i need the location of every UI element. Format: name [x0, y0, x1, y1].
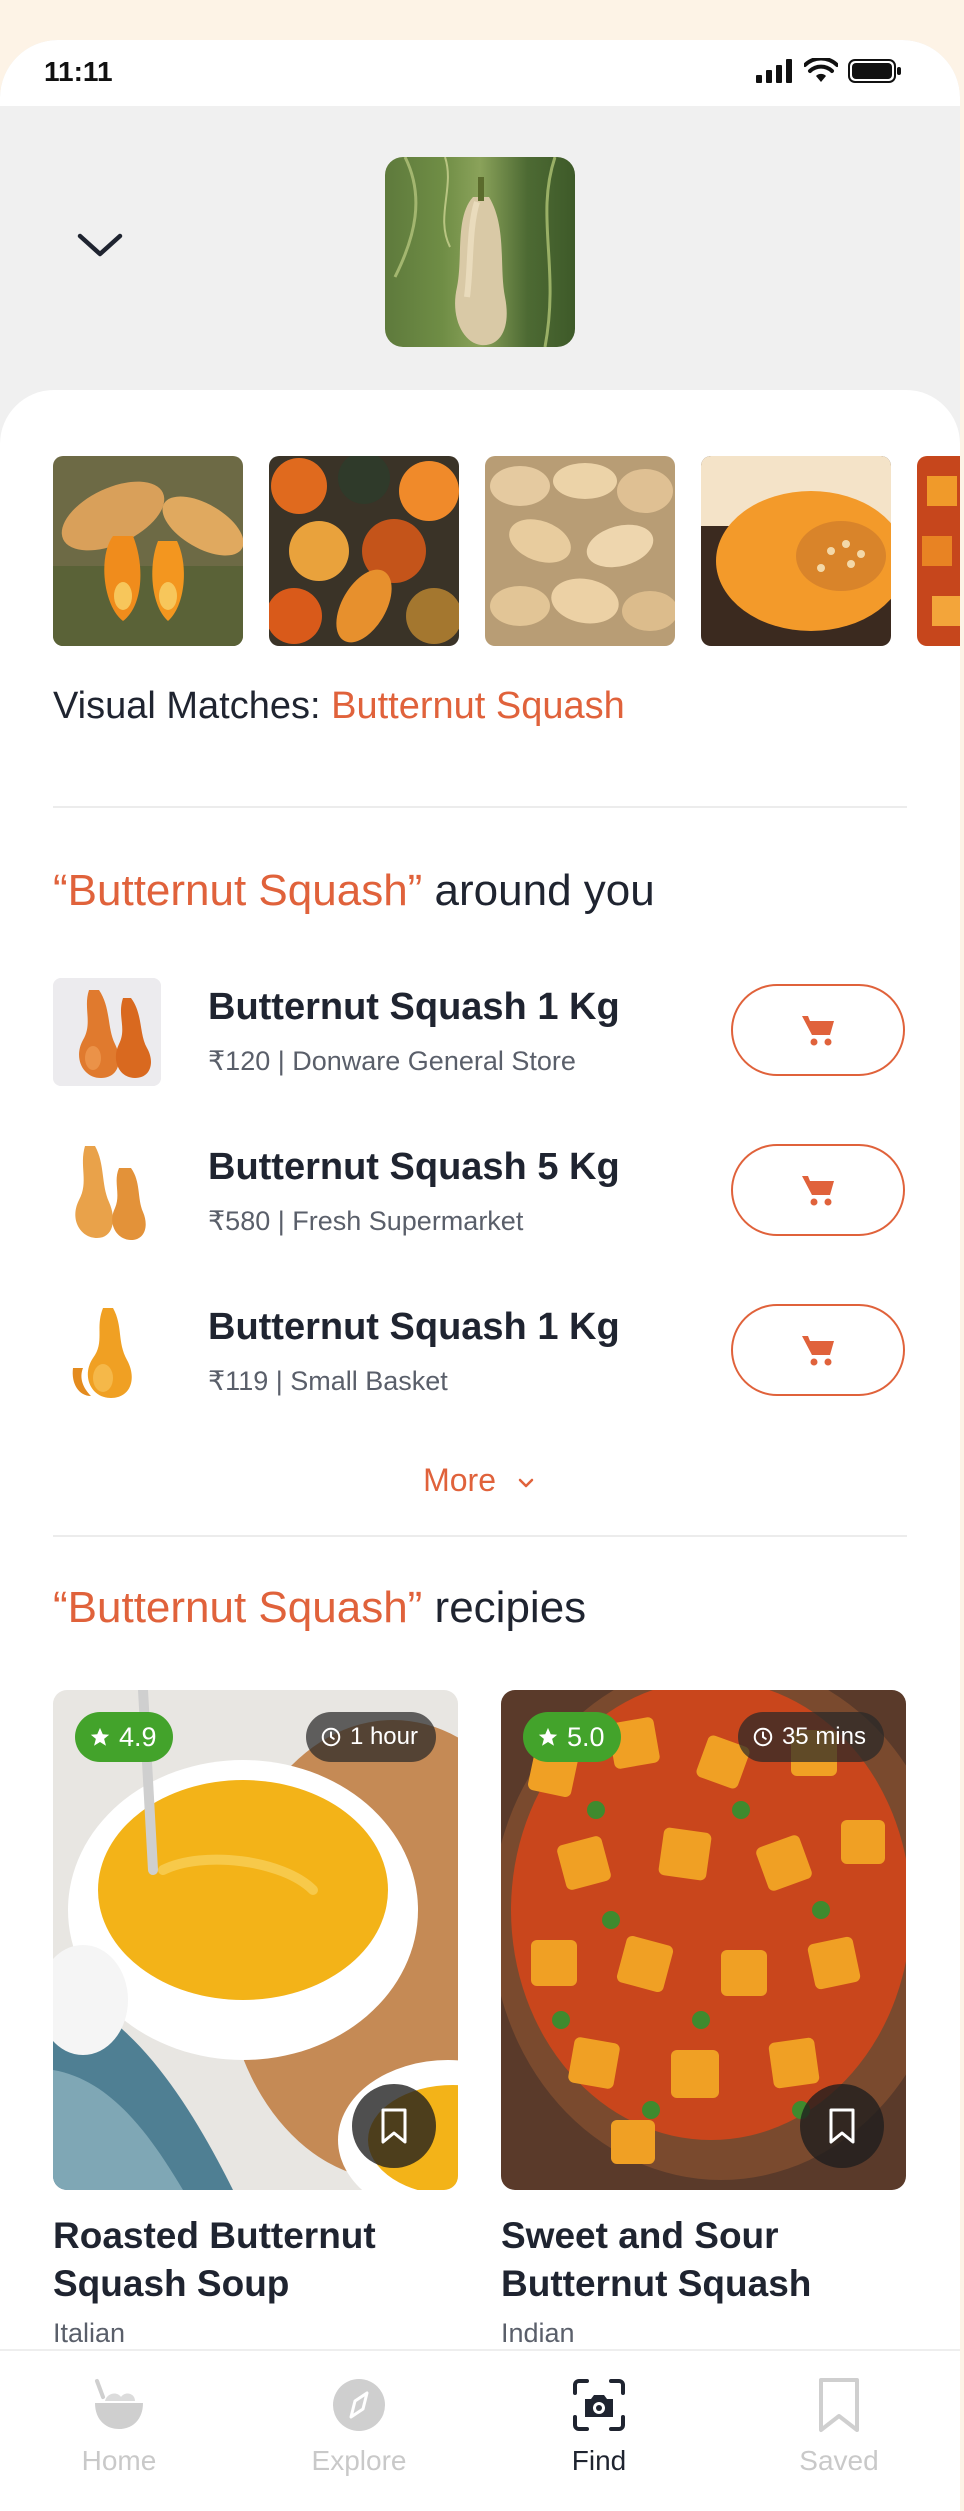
nearby-title-rest: around you — [422, 866, 655, 915]
chevron-down-icon — [518, 1478, 534, 1487]
recipe-card[interactable]: 5.0 35 mins Sweet and Sour Butternut Squ… — [501, 1690, 906, 2349]
clock-icon — [321, 1727, 341, 1747]
divider — [53, 806, 907, 808]
product-meta: ₹580 | Fresh Supermarket — [208, 1206, 524, 1236]
product-name: Butternut Squash 1 Kg — [208, 1306, 620, 1348]
star-icon — [90, 1727, 110, 1746]
recipes-title-highlight: “Butternut Squash” — [53, 1583, 423, 1632]
cart-icon — [802, 1176, 834, 1206]
results-sheet: Visual Matches: Butternut Squash “Butter… — [0, 390, 960, 2511]
bookmark-icon — [381, 2108, 407, 2144]
recipe-cuisine: Indian — [501, 2318, 575, 2348]
nav-item-find[interactable]: Find — [509, 2375, 689, 2477]
visual-matches-label: Visual Matches: Butternut Squash — [53, 685, 625, 728]
nav-item-home[interactable]: Home — [29, 2375, 209, 2477]
more-label: More — [423, 1462, 496, 1498]
bottom-nav: Home Explore Find Saved — [0, 2349, 960, 2511]
nearby-title-highlight: “Butternut Squash” — [53, 866, 423, 915]
nav-label: Saved — [799, 2445, 879, 2476]
nav-item-explore[interactable]: Explore — [269, 2375, 449, 2477]
time-badge: 35 mins — [737, 1712, 884, 1762]
recipe-card[interactable]: 4.9 1 hour Roasted Butternut Squash Soup… — [53, 1690, 458, 2349]
gallery-image[interactable] — [701, 456, 891, 646]
recipe-image[interactable]: 5.0 35 mins — [501, 1690, 906, 2190]
product-image — [53, 978, 161, 1086]
clock-icon — [753, 1727, 773, 1747]
bookmark-button[interactable] — [800, 2084, 884, 2168]
divider — [53, 1535, 907, 1537]
visual-matches-prefix: Visual Matches: — [53, 685, 321, 727]
star-icon — [538, 1727, 558, 1746]
nav-label: Explore — [311, 2445, 407, 2476]
nav-item-saved[interactable]: Saved — [749, 2375, 929, 2477]
gallery-image[interactable] — [917, 456, 960, 646]
battery-icon — [848, 59, 901, 83]
compass-icon — [333, 2379, 385, 2431]
status-bar: 11:11 — [0, 40, 960, 106]
product-meta: ₹119 | Small Basket — [208, 1366, 448, 1396]
status-icons — [756, 58, 902, 84]
rating-badge: 5.0 — [523, 1712, 621, 1762]
add-to-cart-button[interactable] — [731, 1304, 905, 1396]
rating-badge: 4.9 — [75, 1712, 173, 1762]
rating-value: 5.0 — [567, 1721, 605, 1752]
cart-icon — [802, 1016, 834, 1046]
visual-match-gallery[interactable] — [53, 456, 960, 646]
product-image — [53, 1298, 161, 1406]
product-meta: ₹120 | Donware General Store — [208, 1046, 576, 1076]
visual-matches-value: Butternut Squash — [331, 685, 625, 727]
bookmark-button[interactable] — [352, 2084, 436, 2168]
recipes-title-rest: recipies — [422, 1583, 587, 1632]
add-to-cart-button[interactable] — [731, 984, 905, 1076]
time-badge: 1 hour — [305, 1712, 436, 1762]
gallery-image[interactable] — [53, 456, 243, 646]
wifi-icon — [804, 58, 838, 82]
recipe-cuisine: Italian — [53, 2318, 126, 2348]
phone-frame: 11:11 Visual Matches: Butternut Squash “… — [0, 40, 960, 2511]
nav-label: Find — [571, 2445, 627, 2476]
add-to-cart-button[interactable] — [731, 1144, 905, 1236]
time-value: 35 mins — [781, 1723, 866, 1750]
more-link[interactable]: More — [0, 1462, 960, 1499]
gallery-image[interactable] — [269, 456, 459, 646]
chevron-down-icon — [77, 233, 123, 257]
product-row[interactable]: Butternut Squash 5 Kg ₹580 | Fresh Super… — [53, 1138, 907, 1248]
recipe-image[interactable]: 4.9 1 hour — [53, 1690, 458, 2190]
cart-icon — [802, 1336, 834, 1366]
bowl-icon — [95, 2379, 143, 2429]
product-name: Butternut Squash 5 Kg — [208, 1146, 620, 1188]
product-row[interactable]: Butternut Squash 1 Kg ₹119 | Small Baske… — [53, 1298, 907, 1408]
recipe-title[interactable]: Roasted Butternut Squash Soup — [53, 2212, 458, 2308]
captured-image[interactable] — [385, 157, 575, 347]
bookmark-icon — [829, 2108, 855, 2144]
gallery-image[interactable] — [485, 456, 675, 646]
product-name: Butternut Squash 1 Kg — [208, 986, 620, 1028]
recipes-section-title: “Butternut Squash” recipies — [53, 1583, 586, 1633]
nav-label: Home — [81, 2445, 157, 2476]
product-row[interactable]: Butternut Squash 1 Kg ₹120 | Donware Gen… — [53, 978, 907, 1088]
rating-value: 4.9 — [119, 1721, 157, 1752]
nearby-section-title: “Butternut Squash” around you — [53, 866, 655, 916]
product-image — [53, 1138, 161, 1246]
butternut-squash-image — [393, 157, 557, 347]
time-value: 1 hour — [349, 1723, 418, 1750]
bookmark-icon — [819, 2378, 859, 2432]
camera-scan-icon — [573, 2379, 625, 2431]
recipe-title[interactable]: Sweet and Sour Butternut Squash — [501, 2212, 906, 2308]
status-time: 11:11 — [44, 56, 113, 87]
collapse-button[interactable] — [72, 218, 128, 274]
signal-icon — [756, 59, 792, 83]
